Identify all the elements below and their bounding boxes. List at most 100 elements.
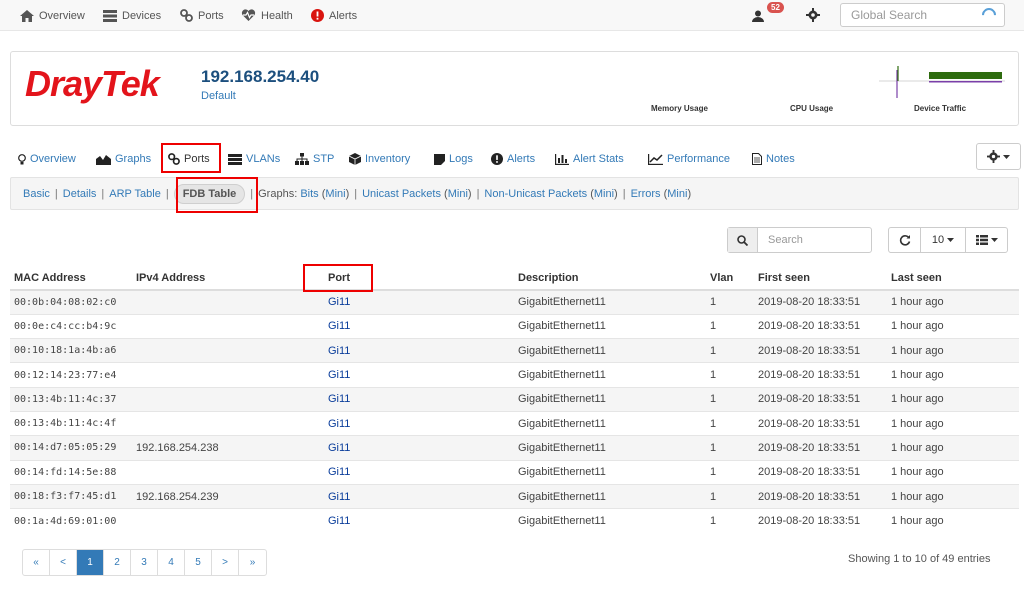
- page-last-button[interactable]: »: [239, 550, 266, 575]
- tab-performance[interactable]: Performance: [648, 145, 730, 173]
- cell-ip: [132, 338, 324, 363]
- table-controls: 10: [888, 227, 1008, 253]
- subnav-unicast[interactable]: Unicast Packets: [362, 188, 441, 200]
- nav-ports-label: Ports: [198, 9, 224, 22]
- caret-down-icon: [947, 238, 955, 242]
- nav-health[interactable]: Health: [241, 0, 293, 31]
- refresh-button[interactable]: [889, 228, 921, 252]
- subnav-bits[interactable]: Bits: [300, 188, 318, 200]
- device-traffic-sparkline[interactable]: [879, 64, 1005, 98]
- cell-port-link[interactable]: Gi11: [328, 515, 350, 527]
- highlight-ports-tab: [161, 143, 221, 173]
- cell-description: GigabitEthernet11: [514, 435, 706, 461]
- nav-devices[interactable]: Devices: [103, 0, 161, 31]
- tab-logs[interactable]: Logs: [434, 145, 473, 173]
- cell-port-link[interactable]: Gi11: [328, 369, 350, 381]
- cell-port-link[interactable]: Gi11: [328, 320, 350, 332]
- page-button-1[interactable]: 1: [77, 550, 104, 575]
- tab-overview[interactable]: Overview: [18, 145, 76, 173]
- device-logo: DrayTek: [25, 63, 160, 104]
- cell-first-seen: 2019-08-20 18:33:51: [754, 410, 887, 436]
- nav-alerts-label: Alerts: [329, 9, 358, 22]
- cell-ip: [132, 386, 324, 412]
- cell-vlan: 1: [706, 459, 754, 485]
- col-first-seen[interactable]: First seen: [754, 267, 887, 291]
- page-size-dropdown[interactable]: 10: [921, 228, 966, 252]
- cell-port-link[interactable]: Gi11: [328, 296, 350, 308]
- cell-port-link[interactable]: Gi11: [328, 345, 350, 357]
- subnav-arp-table[interactable]: ARP Table: [109, 188, 161, 200]
- subnav-errors[interactable]: Errors: [631, 188, 661, 200]
- col-mac-address[interactable]: MAC Address: [10, 267, 132, 291]
- nav-alerts[interactable]: Alerts: [311, 0, 357, 31]
- page-button-5[interactable]: 5: [185, 550, 212, 575]
- subnav-nonunicast[interactable]: Non-Unicast Packets: [484, 188, 587, 200]
- tab-vlans[interactable]: VLANs: [228, 145, 280, 173]
- subnav-details[interactable]: Details: [63, 188, 97, 200]
- cell-description: GigabitEthernet11: [514, 313, 706, 339]
- refresh-icon: [899, 235, 910, 246]
- cell-port-link[interactable]: Gi11: [328, 442, 350, 454]
- cell-description: GigabitEthernet11: [514, 386, 706, 412]
- device-hostname[interactable]: 192.168.254.40: [201, 67, 319, 87]
- pagination: « < 1 2 3 4 5 > »: [22, 549, 267, 576]
- page-button-4[interactable]: 4: [158, 550, 185, 575]
- cell-vlan: 1: [706, 313, 754, 339]
- cell-mac: 00:0e:c4:cc:b4:9c: [10, 313, 132, 339]
- page-prev-button[interactable]: <: [50, 550, 77, 575]
- subnav-unicast-mini[interactable]: Mini: [448, 188, 468, 200]
- tab-inventory[interactable]: Inventory: [349, 145, 410, 173]
- cell-vlan: 1: [706, 483, 754, 509]
- cell-port-link[interactable]: Gi11: [328, 393, 350, 405]
- gear-icon[interactable]: [806, 8, 820, 22]
- columns-dropdown[interactable]: [966, 228, 1007, 252]
- nav-ports[interactable]: Ports: [180, 0, 224, 31]
- tab-vlans-label: VLANs: [246, 153, 281, 165]
- page-button-2[interactable]: 2: [104, 550, 131, 575]
- page-first-button[interactable]: «: [23, 550, 50, 575]
- col-last-seen[interactable]: Last seen: [887, 267, 1019, 291]
- col-description[interactable]: Description: [514, 267, 706, 291]
- cell-port-link[interactable]: Gi11: [328, 491, 350, 503]
- tab-graphs[interactable]: Graphs: [96, 145, 151, 173]
- tab-alert-stats[interactable]: Alert Stats: [555, 145, 624, 173]
- device-header: DrayTek 192.168.254.40 Default Memory Us…: [10, 51, 1019, 126]
- table-search-input[interactable]: Search: [727, 227, 872, 253]
- cell-description: GigabitEthernet11: [514, 289, 706, 315]
- table-row: 00:13:4b:11:4c:4f Gi11 GigabitEthernet11…: [10, 410, 1019, 436]
- cell-port-link[interactable]: Gi11: [328, 466, 350, 478]
- link-icon: [180, 9, 193, 22]
- tasks-icon: [228, 153, 242, 165]
- table-row: 00:18:f3:f7:45:d1 192.168.254.239 Gi11 G…: [10, 483, 1019, 509]
- table-row: 00:13:4b:11:4c:37 Gi11 GigabitEthernet11…: [10, 386, 1019, 412]
- user-menu[interactable]: [752, 0, 764, 31]
- subnav-nonunicast-mini[interactable]: Mini: [594, 188, 614, 200]
- cell-description: GigabitEthernet11: [514, 362, 706, 388]
- nav-overview[interactable]: Overview: [20, 0, 85, 31]
- device-group-link[interactable]: Default: [201, 90, 236, 102]
- cell-vlan: 1: [706, 289, 754, 315]
- col-vlan[interactable]: Vlan: [706, 267, 754, 291]
- tab-graphs-label: Graphs: [115, 153, 152, 165]
- page-button-3[interactable]: 3: [131, 550, 158, 575]
- device-settings-dropdown[interactable]: [976, 143, 1021, 170]
- col-ipv4-address[interactable]: IPv4 Address: [132, 267, 324, 291]
- tab-stp[interactable]: STP: [295, 145, 334, 173]
- cell-mac: 00:0b:04:08:02:c0: [10, 289, 132, 315]
- cell-first-seen: 2019-08-20 18:33:51: [754, 338, 887, 363]
- user-icon: [752, 10, 764, 22]
- sticky-note-icon: [434, 153, 445, 165]
- subnav-basic[interactable]: Basic: [23, 188, 50, 200]
- cell-port-link[interactable]: Gi11: [328, 418, 350, 430]
- global-search-input[interactable]: Global Search: [840, 3, 1005, 27]
- cell-last-seen: 1 hour ago: [887, 410, 1019, 436]
- tab-stp-label: STP: [313, 153, 335, 165]
- cell-first-seen: 2019-08-20 18:33:51: [754, 362, 887, 388]
- subnav-errors-mini[interactable]: Mini: [667, 188, 687, 200]
- subnav-bits-mini[interactable]: Mini: [325, 188, 345, 200]
- page-next-button[interactable]: >: [212, 550, 239, 575]
- tab-alerts[interactable]: Alerts: [491, 145, 535, 173]
- tab-notes[interactable]: Notes: [752, 145, 795, 173]
- tab-alerts-label: Alerts: [507, 153, 536, 165]
- notification-badge[interactable]: 52: [767, 2, 784, 13]
